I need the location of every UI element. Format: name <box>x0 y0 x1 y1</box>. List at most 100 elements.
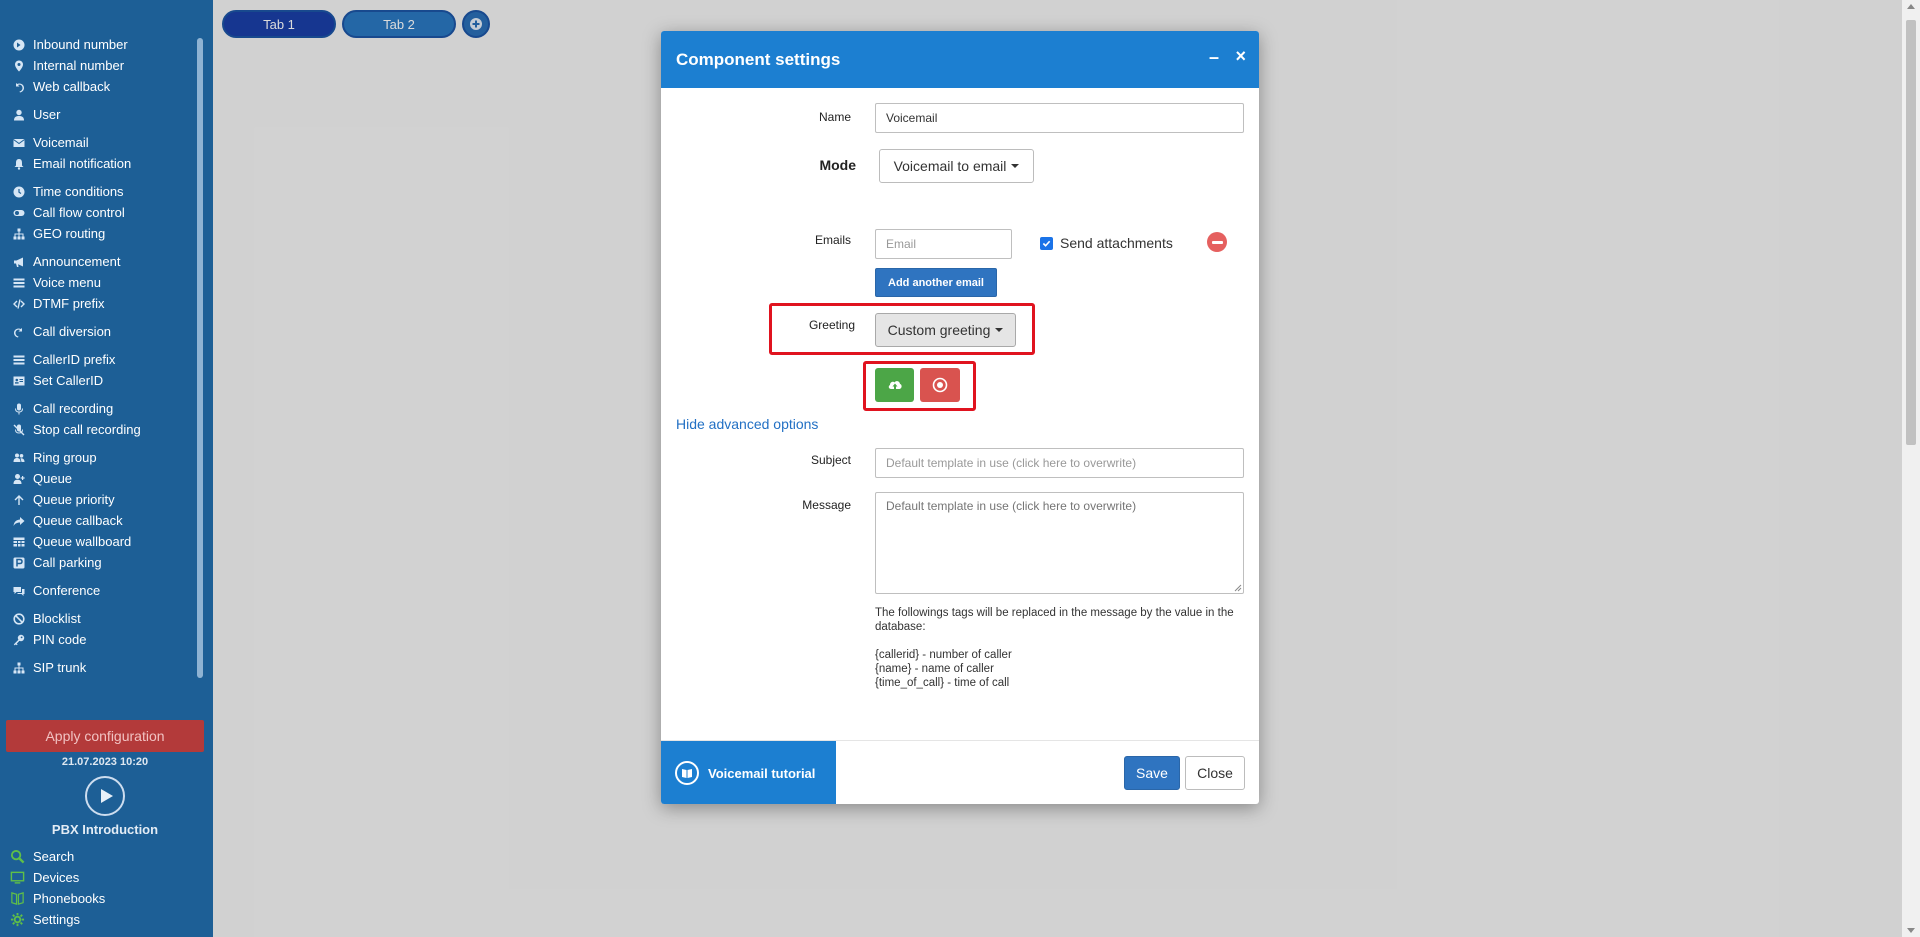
close-icon[interactable]: × <box>1235 46 1246 67</box>
redo-icon <box>12 325 26 339</box>
sidebar-scrollbar[interactable] <box>197 38 203 678</box>
sitemap-icon <box>12 661 26 675</box>
sidebar-group: User <box>0 104 195 125</box>
minimize-icon[interactable]: – <box>1209 47 1219 68</box>
sidebar-item-voice-menu[interactable]: Voice menu <box>0 272 195 293</box>
play-intro-button[interactable] <box>85 776 125 816</box>
sidebar-item-label: Time conditions <box>33 184 124 199</box>
sidebar-group: Blocklist PIN code <box>0 608 195 650</box>
bullhorn-icon <box>12 255 26 269</box>
sidebar-item-label: DTMF prefix <box>33 296 105 311</box>
sidebar-item-phonebooks[interactable]: Phonebooks <box>8 888 105 909</box>
sidebar-item-settings[interactable]: Settings <box>8 909 105 930</box>
sidebar-item-user[interactable]: User <box>0 104 195 125</box>
sidebar-item-dtmf-prefix[interactable]: DTMF prefix <box>0 293 195 314</box>
sidebar-item-queue-callback[interactable]: Queue callback <box>0 510 195 531</box>
sidebar-item-inbound-number[interactable]: Inbound number <box>0 34 195 55</box>
clock-icon <box>12 185 26 199</box>
chevron-down-icon <box>995 328 1004 332</box>
voicemail-tutorial-button[interactable]: Voicemail tutorial <box>661 741 836 804</box>
sidebar-item-geo-routing[interactable]: GEO routing <box>0 223 195 244</box>
save-button[interactable]: Save <box>1124 756 1180 790</box>
sidebar-bottom-menu: Search Devices Phonebooks Settings <box>8 846 105 930</box>
play-icon <box>100 789 113 803</box>
monitor-icon <box>8 870 26 886</box>
sidebar-item-queue-wallboard[interactable]: Queue wallboard <box>0 531 195 552</box>
sidebar-item-call-diversion[interactable]: Call diversion <box>0 321 195 342</box>
sidebar-scrollbar-thumb[interactable] <box>197 38 203 678</box>
sidebar-item-queue-priority[interactable]: Queue priority <box>0 489 195 510</box>
sidebar-item-call-flow-control[interactable]: Call flow control <box>0 202 195 223</box>
sidebar-item-queue[interactable]: Queue <box>0 468 195 489</box>
sidebar-item-set-callerid[interactable]: Set CallerID <box>0 370 195 391</box>
sidebar-item-label: Voicemail <box>33 135 89 150</box>
microphone-icon <box>12 402 26 416</box>
record-greeting-button[interactable] <box>920 368 960 402</box>
sidebar-group: Call recording Stop call recording <box>0 398 195 440</box>
subject-input[interactable]: Default template in use (click here to o… <box>875 448 1244 478</box>
modal-header: Component settings – × <box>661 31 1259 88</box>
emails-label: Emails <box>814 233 851 247</box>
sidebar-item-label: Conference <box>33 583 101 598</box>
greeting-select[interactable]: Custom greeting <box>875 313 1016 347</box>
sidebar-item-label: Call diversion <box>33 324 112 339</box>
resize-grip-icon[interactable] <box>1233 583 1242 592</box>
sidebar-item-sip-trunk[interactable]: SIP trunk <box>0 657 195 678</box>
sidebar-item-pin-code[interactable]: PIN code <box>0 629 195 650</box>
list-icon <box>12 276 26 290</box>
sidebar-item-announcement[interactable]: Announcement <box>0 251 195 272</box>
sitemap-icon <box>12 227 26 241</box>
sidebar-item-label: Queue wallboard <box>33 534 132 549</box>
tutorial-label: Voicemail tutorial <box>708 765 816 781</box>
sidebar-item-blocklist[interactable]: Blocklist <box>0 608 195 629</box>
sidebar-item-label: PIN code <box>33 632 87 647</box>
close-button[interactable]: Close <box>1185 756 1245 790</box>
toggle-icon <box>12 206 26 220</box>
tag-item: {callerid} - number of caller <box>875 649 1012 661</box>
scroll-up-arrow[interactable] <box>1907 4 1915 9</box>
remove-email-button[interactable] <box>1207 232 1227 252</box>
parking-icon <box>12 556 26 570</box>
sidebar-item-devices[interactable]: Devices <box>8 867 105 888</box>
sidebar-item-call-parking[interactable]: Call parking <box>0 552 195 573</box>
upload-greeting-button[interactable] <box>875 368 914 402</box>
sidebar-item-voicemail[interactable]: Voicemail <box>0 132 195 153</box>
envelope-icon <box>12 136 26 150</box>
sidebar-item-conference[interactable]: Conference <box>0 580 195 601</box>
sidebar-item-search[interactable]: Search <box>8 846 105 867</box>
map-pin-icon <box>12 59 26 73</box>
page-scrollbar[interactable] <box>1902 0 1920 937</box>
sidebar-item-label: Announcement <box>33 254 121 269</box>
sidebar-item-internal-number[interactable]: Internal number <box>0 55 195 76</box>
sidebar-item-callerid-prefix[interactable]: CallerID prefix <box>0 349 195 370</box>
name-input[interactable]: Voicemail <box>875 103 1244 133</box>
sidebar-item-label: Phonebooks <box>33 891 106 906</box>
table-icon <box>12 535 26 549</box>
sidebar-item-web-callback[interactable]: Web callback <box>0 76 195 97</box>
sidebar-item-email-notification[interactable]: Email notification <box>0 153 195 174</box>
email-input[interactable]: Email <box>875 229 1012 259</box>
mode-select[interactable]: Voicemail to email <box>879 149 1034 183</box>
send-attachments-checkbox[interactable]: Send attachments <box>1040 235 1173 251</box>
chevron-down-icon <box>1011 164 1020 168</box>
sidebar-item-label: Internal number <box>33 58 125 73</box>
sidebar-item-label: Set CallerID <box>33 373 104 388</box>
sidebar-item-stop-call-recording[interactable]: Stop call recording <box>0 419 195 440</box>
hide-advanced-options-link[interactable]: Hide advanced options <box>676 416 818 432</box>
sidebar-item-label: Blocklist <box>33 611 81 626</box>
scroll-down-arrow[interactable] <box>1907 928 1915 933</box>
sidebar-item-call-recording[interactable]: Call recording <box>0 398 195 419</box>
pbx-introduction-label[interactable]: PBX Introduction <box>0 822 210 837</box>
add-another-email-button[interactable]: Add another email <box>875 268 997 297</box>
page-scrollbar-thumb[interactable] <box>1906 20 1916 445</box>
message-textarea[interactable] <box>875 492 1244 594</box>
apply-configuration-button[interactable]: Apply configuration <box>6 720 204 752</box>
checkbox-checked-icon <box>1040 236 1053 250</box>
code-icon <box>12 297 26 311</box>
greeting-select-value: Custom greeting <box>887 322 991 338</box>
sidebar-item-time-conditions[interactable]: Time conditions <box>0 181 195 202</box>
sidebar-group: CallerID prefix Set CallerID <box>0 349 195 391</box>
modal-title: Component settings <box>676 49 841 69</box>
sidebar-item-ring-group[interactable]: Ring group <box>0 447 195 468</box>
undo-icon <box>12 80 26 94</box>
